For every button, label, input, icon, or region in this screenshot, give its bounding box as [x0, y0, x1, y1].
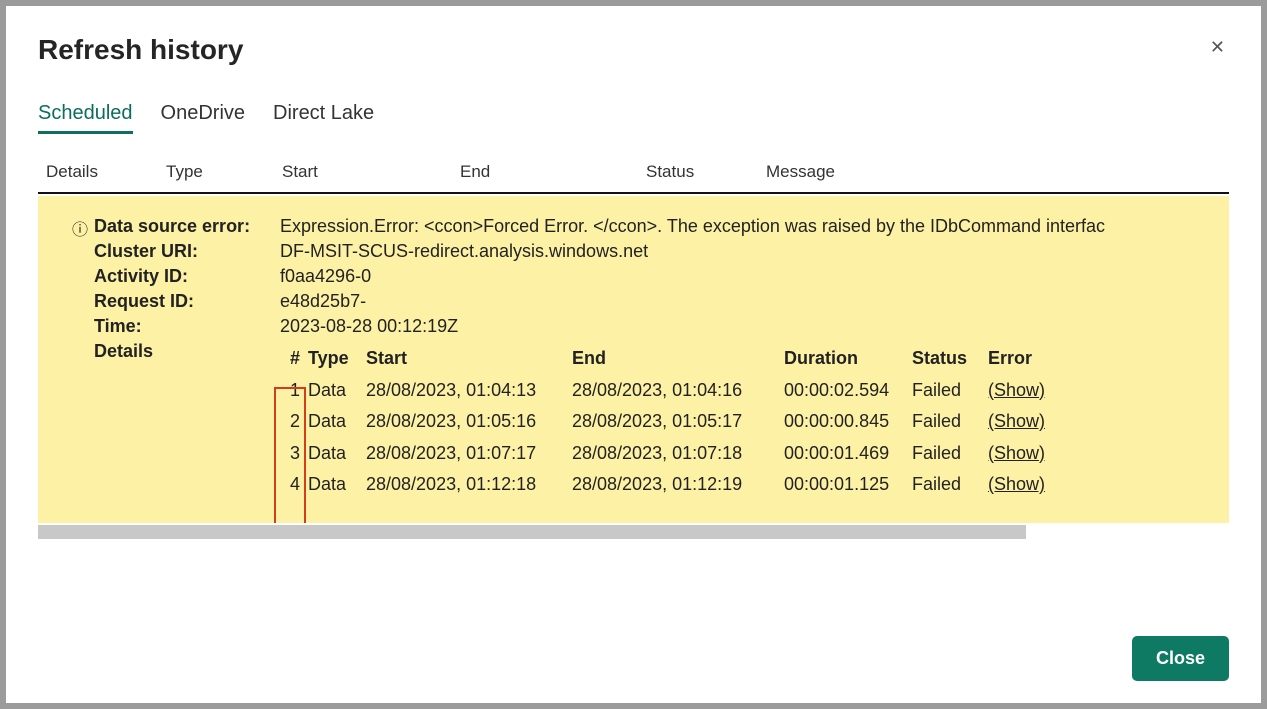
col-start: Start [282, 162, 460, 182]
history-table: Details Type Start End Status Message ⓘ … [38, 162, 1229, 539]
tab-scheduled[interactable]: Scheduled [38, 102, 133, 134]
label-request-id: Request ID: [94, 291, 280, 312]
label-activity-id: Activity ID: [94, 266, 280, 287]
cell-num: 4 [280, 469, 308, 501]
retry-row: 2 Data 28/08/2023, 01:05:16 28/08/2023, … [280, 406, 1045, 438]
tab-directlake[interactable]: Direct Lake [273, 102, 374, 134]
tab-bar: Scheduled OneDrive Direct Lake [38, 102, 1229, 134]
value-time: 2023-08-28 00:12:19Z [280, 316, 1207, 337]
cell-stat: Failed [912, 469, 988, 501]
head-type: Type [308, 343, 366, 375]
col-end: End [460, 162, 646, 182]
column-headers: Details Type Start End Status Message [38, 162, 1229, 194]
col-details: Details [46, 162, 166, 182]
cell-end: 28/08/2023, 01:12:19 [572, 469, 784, 501]
head-err: Error [988, 343, 1032, 375]
retry-table-header: # Type Start End Duration Status Error [280, 343, 1045, 375]
info-icon: ⓘ [72, 216, 88, 240]
label-details: Details [94, 341, 280, 362]
cell-stat: Failed [912, 375, 988, 407]
close-icon[interactable]: ✕ [1206, 34, 1229, 60]
dialog-footer: Close [1132, 636, 1229, 681]
retry-row: 1 Data 28/08/2023, 01:04:13 28/08/2023, … [280, 375, 1045, 407]
show-error-link[interactable]: (Show) [988, 469, 1045, 501]
show-error-link[interactable]: (Show) [988, 438, 1045, 470]
show-error-link[interactable]: (Show) [988, 375, 1045, 407]
tab-onedrive[interactable]: OneDrive [161, 102, 245, 134]
cell-type: Data [308, 438, 366, 470]
cell-dur: 00:00:01.469 [784, 438, 912, 470]
value-request-id: e48d25b7- [280, 291, 1207, 312]
show-error-link[interactable]: (Show) [988, 406, 1045, 438]
cell-start: 28/08/2023, 01:12:18 [366, 469, 572, 501]
label-data-source-error: Data source error: [94, 216, 280, 237]
col-message: Message [766, 162, 1225, 182]
error-details-panel: ⓘ Data source error: Expression.Error: <… [38, 196, 1229, 523]
cell-type: Data [308, 375, 366, 407]
retry-row: 3 Data 28/08/2023, 01:07:17 28/08/2023, … [280, 438, 1045, 470]
value-data-source-error: Expression.Error: <ccon>Forced Error. </… [280, 216, 1207, 237]
value-cluster-uri: DF-MSIT-SCUS-redirect.analysis.windows.n… [280, 241, 1207, 262]
head-num: # [280, 343, 308, 375]
retry-attempts-table: # Type Start End Duration Status Error 1… [280, 343, 1045, 501]
cell-type: Data [308, 406, 366, 438]
value-activity-id: f0aa4296-0 [280, 266, 1207, 287]
head-end: End [572, 343, 784, 375]
cell-stat: Failed [912, 406, 988, 438]
horizontal-scrollbar[interactable] [38, 525, 1026, 539]
cell-num: 1 [280, 375, 308, 407]
cell-start: 28/08/2023, 01:07:17 [366, 438, 572, 470]
cell-type: Data [308, 469, 366, 501]
label-cluster-uri: Cluster URI: [94, 241, 280, 262]
col-type: Type [166, 162, 282, 182]
dialog-title: Refresh history [38, 34, 243, 66]
cell-dur: 00:00:00.845 [784, 406, 912, 438]
cell-end: 28/08/2023, 01:05:17 [572, 406, 784, 438]
cell-start: 28/08/2023, 01:05:16 [366, 406, 572, 438]
head-dur: Duration [784, 343, 912, 375]
cell-dur: 00:00:02.594 [784, 375, 912, 407]
retry-row: 4 Data 28/08/2023, 01:12:18 28/08/2023, … [280, 469, 1045, 501]
head-start: Start [366, 343, 572, 375]
cell-num: 2 [280, 406, 308, 438]
head-stat: Status [912, 343, 988, 375]
cell-start: 28/08/2023, 01:04:13 [366, 375, 572, 407]
cell-dur: 00:00:01.125 [784, 469, 912, 501]
close-button[interactable]: Close [1132, 636, 1229, 681]
refresh-history-dialog: Refresh history ✕ Scheduled OneDrive Dir… [6, 6, 1261, 703]
col-status: Status [646, 162, 766, 182]
cell-stat: Failed [912, 438, 988, 470]
cell-num: 3 [280, 438, 308, 470]
label-time: Time: [94, 316, 280, 337]
dialog-header: Refresh history ✕ [38, 34, 1229, 66]
error-info-block: Data source error: Expression.Error: <cc… [94, 216, 1207, 501]
cell-end: 28/08/2023, 01:04:16 [572, 375, 784, 407]
cell-end: 28/08/2023, 01:07:18 [572, 438, 784, 470]
